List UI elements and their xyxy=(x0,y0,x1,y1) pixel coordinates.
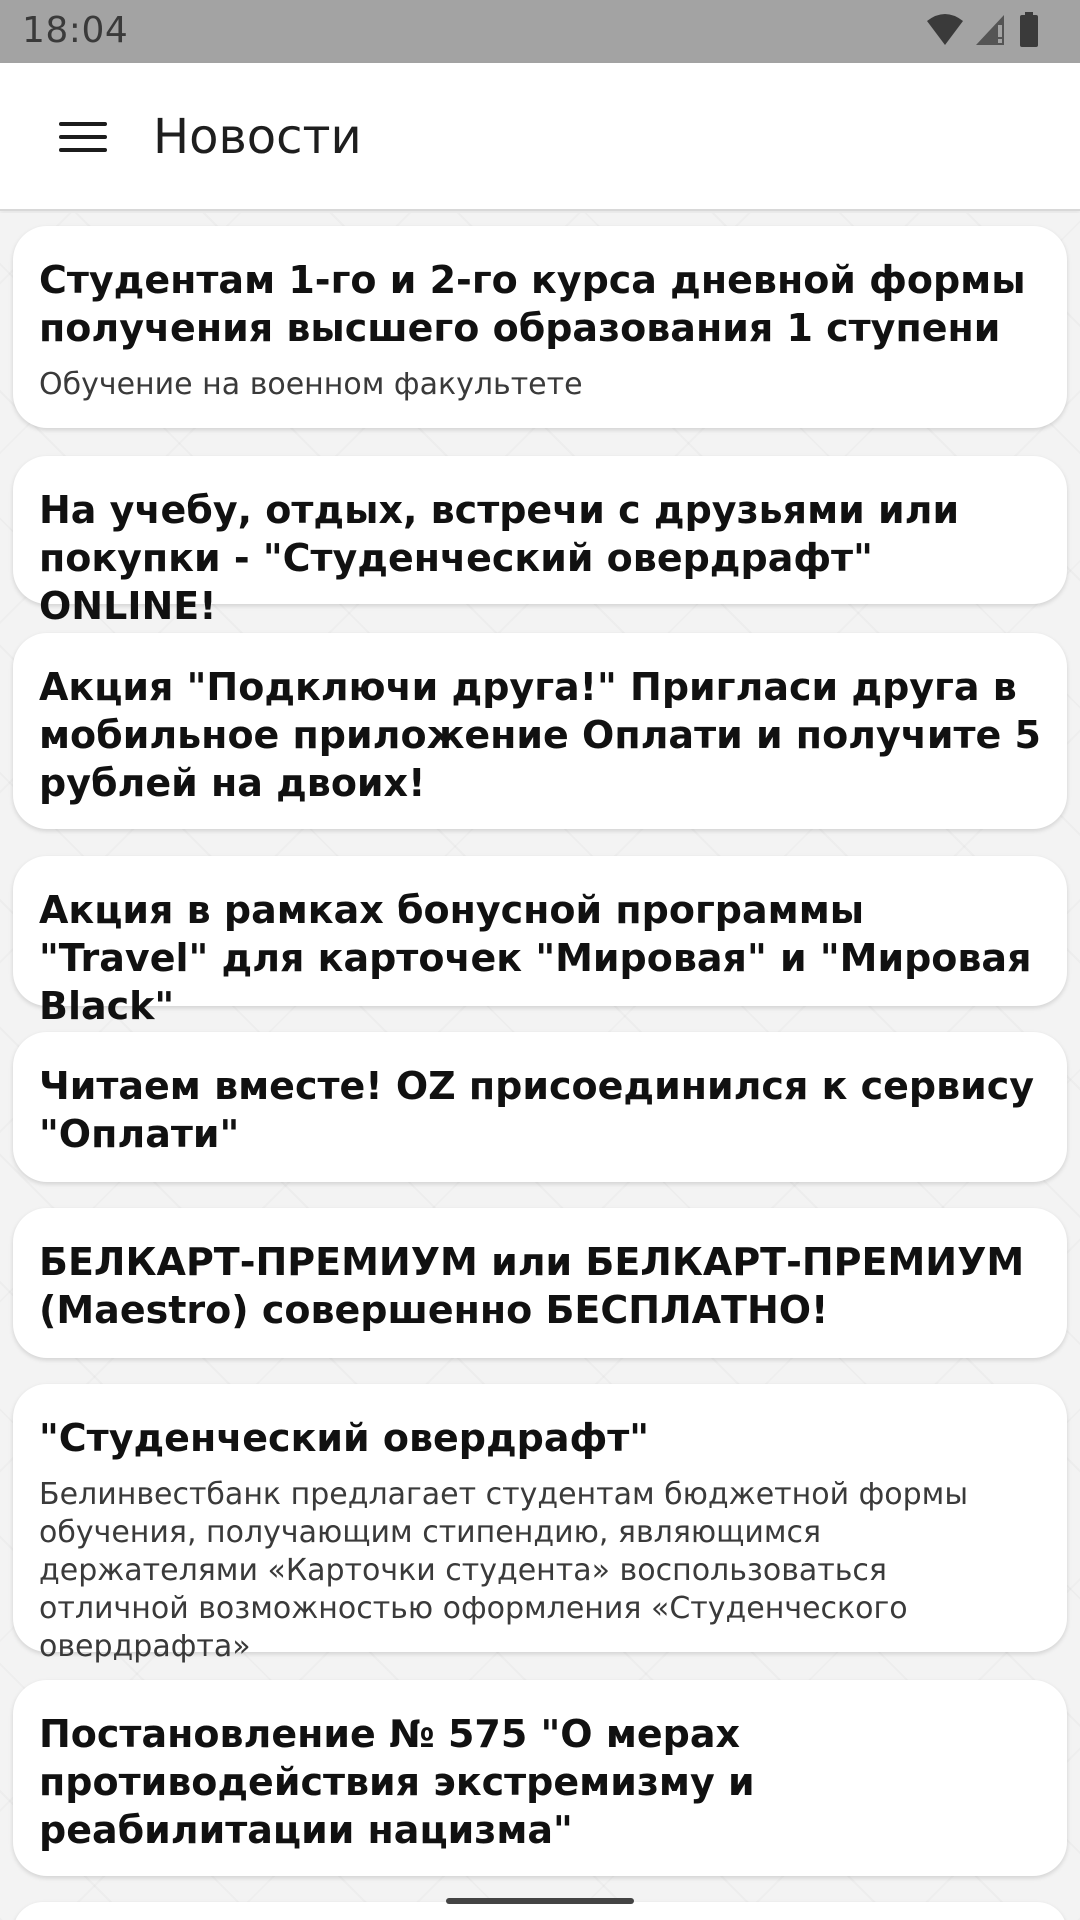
app-bar: Новости xyxy=(0,63,1080,211)
battery-icon xyxy=(1018,12,1040,52)
news-card[interactable]: Студентам 1-го и 2-го курса дневной форм… xyxy=(13,226,1067,428)
status-bar: 18:04 xyxy=(0,0,1080,63)
signal-icon xyxy=(974,13,1008,51)
news-subtitle: Белинвестбанк предлагает студентам бюдже… xyxy=(39,1477,969,1664)
news-card[interactable]: На учебу, отдых, встречи с друзьями или … xyxy=(13,456,1067,628)
page-title: Новости xyxy=(153,109,362,165)
news-title: БЕЛКАРТ-ПРЕМИУМ или БЕЛКАРТ-ПРЕМИУМ (Mae… xyxy=(39,1240,1025,1332)
wifi-icon xyxy=(926,13,964,51)
gesture-nav-handle[interactable] xyxy=(446,1898,634,1904)
news-card[interactable] xyxy=(13,1902,1067,1920)
news-card[interactable]: Акция в рамках бонусной программы "Trave… xyxy=(13,856,1067,1028)
news-title: На учебу, отдых, встречи с друзьями или … xyxy=(39,488,960,628)
news-card[interactable]: БЕЛКАРТ-ПРЕМИУМ или БЕЛКАРТ-ПРЕМИУМ (Mae… xyxy=(13,1208,1067,1358)
news-title: Постановление № 575 "О мерах противодейс… xyxy=(39,1712,755,1852)
news-card[interactable]: "Студенческий овердрафт" Белинвестбанк п… xyxy=(13,1384,1067,1664)
news-title: Студентам 1-го и 2-го курса дневной форм… xyxy=(39,258,1026,350)
hamburger-menu-icon xyxy=(59,122,107,152)
news-card[interactable]: Постановление № 575 "О мерах противодейс… xyxy=(13,1680,1067,1876)
news-title: "Студенческий овердрафт" xyxy=(39,1416,650,1460)
news-list[interactable]: Студентам 1-го и 2-го курса дневной форм… xyxy=(0,213,1080,1920)
news-card[interactable]: Акция "Подключи друга!" Пригласи друга в… xyxy=(13,633,1067,829)
menu-button[interactable] xyxy=(44,105,122,169)
news-subtitle: Обучение на военном факультете xyxy=(39,367,583,402)
news-card[interactable]: Читаем вместе! OZ присоединился к сервис… xyxy=(13,1032,1067,1182)
status-icons xyxy=(926,12,1040,52)
news-title: Акция в рамках бонусной программы "Trave… xyxy=(39,888,1032,1028)
news-title: Акция "Подключи друга!" Пригласи друга в… xyxy=(39,665,1041,805)
status-time: 18:04 xyxy=(22,10,129,51)
news-title: Читаем вместе! OZ присоединился к сервис… xyxy=(39,1064,1035,1156)
